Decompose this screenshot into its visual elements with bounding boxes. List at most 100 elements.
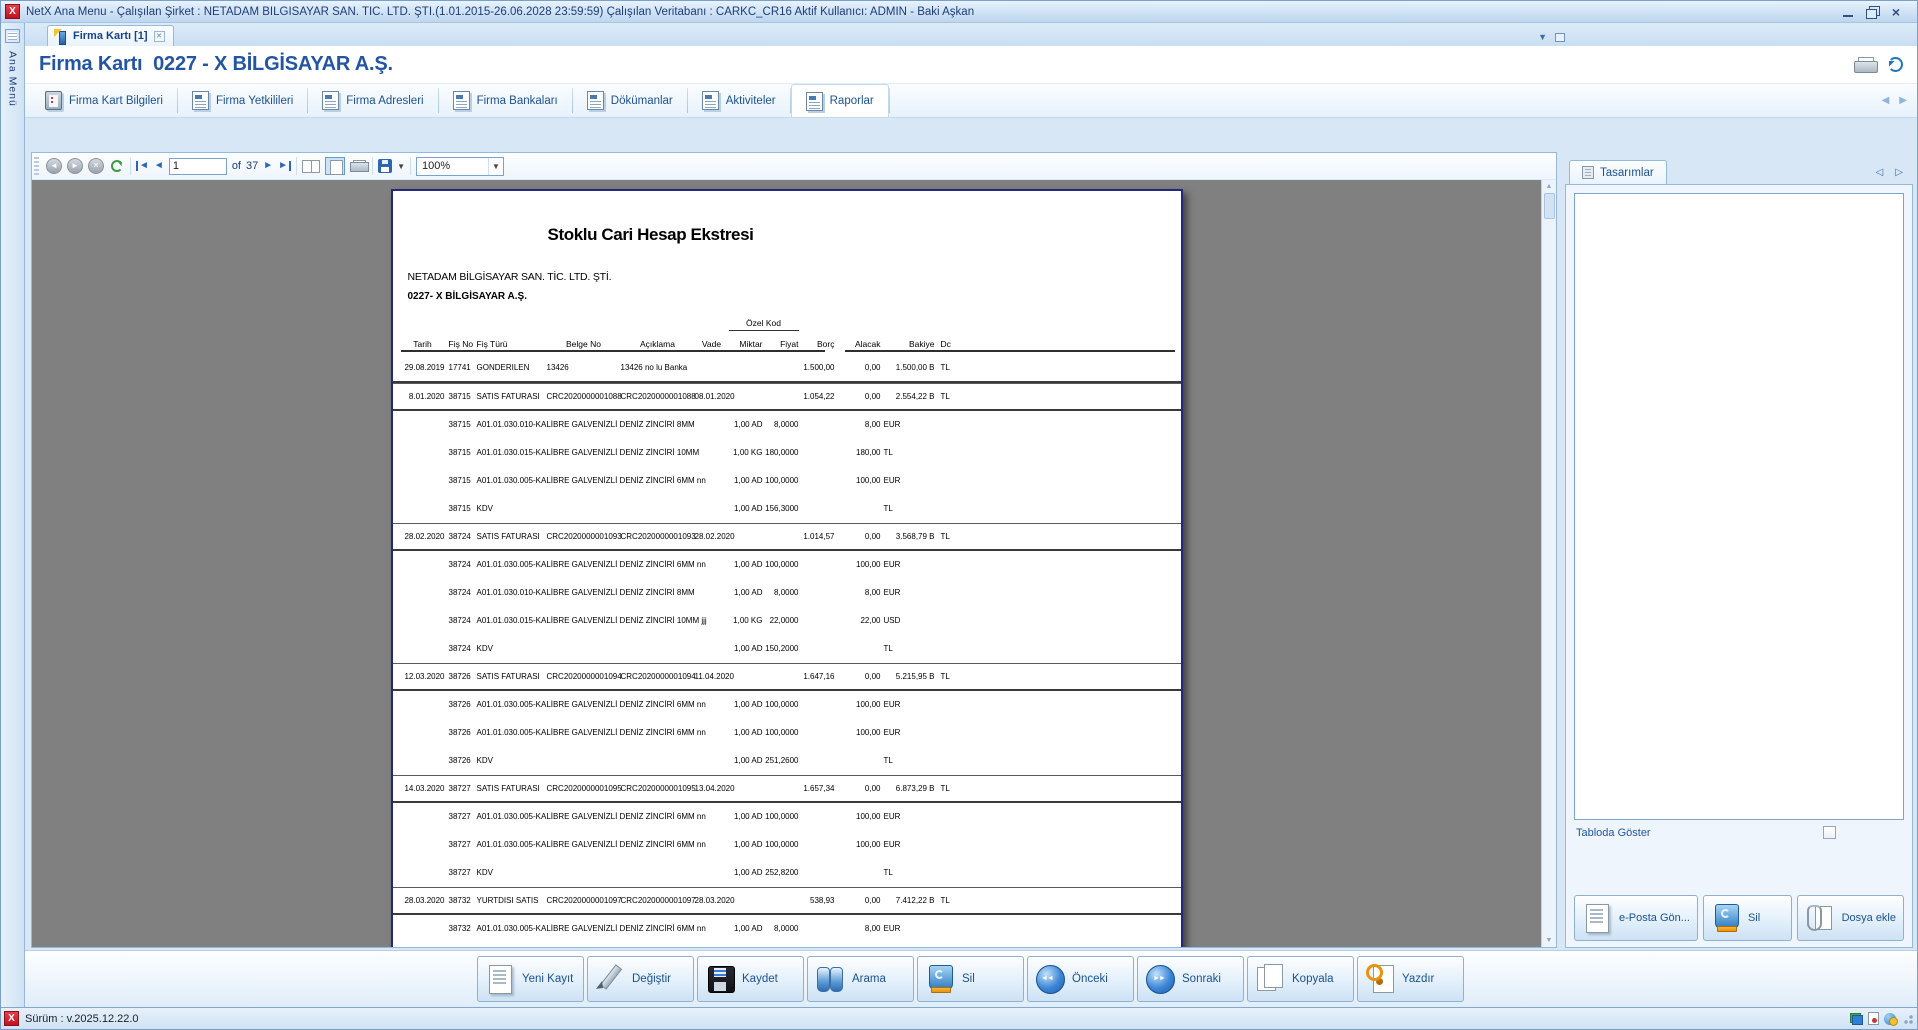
tab-tasarimlar[interactable]: Tasarımlar [1569, 160, 1667, 184]
printer-icon[interactable] [1854, 57, 1876, 73]
refresh-report-icon[interactable] [111, 160, 123, 172]
icon-copy [1255, 963, 1285, 995]
tab-label: Tasarımlar [1600, 167, 1654, 179]
stop-icon[interactable]: ✕ [88, 158, 104, 174]
tab-separator [889, 88, 890, 113]
kaydet-button[interactable]: Kaydet [697, 956, 804, 1002]
print-report-icon[interactable] [350, 160, 367, 172]
zoom-combobox[interactable]: 100% ▼ [416, 157, 504, 176]
export-save-icon[interactable] [378, 159, 392, 173]
first-page-icon[interactable]: ◄ [136, 161, 149, 171]
button-label: Değiştir [632, 973, 671, 985]
restore-button[interactable] [1865, 6, 1879, 18]
report-title: Stoklu Cari Hesap Ekstresi [393, 225, 909, 245]
report-row-detail: 38724KDV1,00 AD150,2000TL [393, 635, 1181, 663]
sil-button[interactable]: Sil [1703, 895, 1792, 941]
report-row-detail: 38724A01.01.030.005-KALİBRE GALVENİZLİ D… [393, 551, 1181, 579]
sil-button[interactable]: Sil [917, 956, 1024, 1002]
report-row-detail: 38726A01.01.030.005-KALİBRE GALVENİZLİ D… [393, 691, 1181, 719]
zoom-dropdown-icon[interactable]: ▼ [488, 158, 503, 175]
page-title: Firma Kartı 0227 - X BİLGİSAYAR A.Ş. [39, 53, 393, 76]
kopyala-button[interactable]: Kopyala [1247, 956, 1354, 1002]
de-i-tir-button[interactable]: Değiştir [587, 956, 694, 1002]
doc-tab-firma-karti[interactable]: Firma Kartı [1] ✕ [47, 25, 174, 46]
last-page-icon[interactable]: ► [278, 161, 291, 171]
page-count: 37 [246, 160, 258, 172]
tab-firma-yetkilileri[interactable]: Firma Yetkilileri [178, 84, 307, 117]
button-label: Yeni Kayıt [522, 973, 573, 985]
tab-firma-kart-bilgileri[interactable]: Firma Kart Bilgileri [31, 84, 177, 117]
tab-firma-bankalar[interactable]: Firma Bankaları [439, 84, 572, 117]
document-status-icon[interactable] [1868, 1012, 1879, 1025]
tab-scroll-right-icon[interactable]: ▶ [1899, 95, 1907, 106]
sidebar-collapsed-ana-menu[interactable]: Ana Menü [1, 23, 25, 1007]
of-label: of [232, 160, 241, 172]
tab-label: Firma Bankaları [477, 95, 558, 107]
tab-d-k-manlar[interactable]: Dökümanlar [573, 84, 687, 117]
icon-new-record [485, 963, 515, 995]
panel-next-icon[interactable]: ▷ [1895, 167, 1903, 178]
designs-tabrow: Tasarımlar ◁ ▷ [1565, 152, 1913, 185]
next-page-icon[interactable]: ► [263, 161, 273, 171]
toolbar-grip [34, 157, 39, 175]
toolbar-separator [296, 157, 297, 175]
button-label: e-Posta Gön... [1619, 912, 1690, 924]
window-list-icon[interactable] [1555, 33, 1565, 42]
tab-firma-adresleri[interactable]: Firma Adresleri [308, 84, 437, 117]
refresh-icon[interactable] [1888, 57, 1903, 72]
toolbar-separator [410, 157, 411, 175]
forward-icon[interactable]: ► [67, 158, 83, 174]
print-layout-icon[interactable] [325, 157, 345, 175]
icon-delete-trash [925, 963, 955, 995]
scroll-up-icon[interactable]: ▲ [1546, 180, 1553, 193]
report-scrollbar[interactable]: ▲ ▼ [1541, 180, 1556, 947]
tab-scroll-left-icon[interactable]: ◀ [1882, 95, 1890, 106]
export-dropdown-icon[interactable]: ▼ [397, 162, 405, 171]
doc-icon [806, 92, 823, 111]
report-viewer-panel: ◄ ► ✕ ◄ ◄ of 37 ► ► [31, 152, 1557, 948]
report-row-master: 29.08.201917741GONDERILEN1342613426 no l… [393, 355, 1181, 383]
version-label: Sürüm : v.2025.12.22.0 [25, 1013, 139, 1025]
dosya-ekle-button[interactable]: Dosya ekle [1797, 895, 1904, 941]
nceki-button[interactable]: Önceki [1027, 956, 1134, 1002]
sonraki-button[interactable]: Sonraki [1137, 956, 1244, 1002]
minimize-button[interactable] [1841, 6, 1855, 18]
column-header-alacak: Alacak [835, 339, 881, 349]
report-toolbar: ◄ ► ✕ ◄ ◄ of 37 ► ► [32, 153, 1556, 180]
multipage-view-icon[interactable] [302, 160, 320, 173]
report-account: 0227- X BİLGİSAYAR A.Ş. [408, 291, 1181, 302]
designs-listbox[interactable] [1574, 193, 1904, 820]
chevron-down-icon[interactable]: ▼ [1538, 32, 1547, 42]
show-in-table-checkbox[interactable] [1823, 826, 1836, 839]
doc-tab-close-icon[interactable]: ✕ [154, 31, 165, 42]
windows-layers-icon[interactable] [1850, 1013, 1863, 1025]
previous-page-icon[interactable]: ◄ [154, 161, 164, 171]
yeni-kay-t-button[interactable]: Yeni Kayıt [477, 956, 584, 1002]
report-row-detail: 38715A01.01.030.010-KALİBRE GALVENİZLİ D… [393, 411, 1181, 439]
resize-grip[interactable] [1901, 1012, 1914, 1025]
e-posta-g-n-button[interactable]: e-Posta Gön... [1574, 895, 1698, 941]
doc-icon [453, 91, 470, 110]
panel-prev-icon[interactable]: ◁ [1876, 167, 1884, 178]
titlebar: X NetX Ana Menu - Çalışılan Şirket : NET… [1, 1, 1917, 23]
report-row-detail: 38727KDV1,00 AD252,8200TL [393, 859, 1181, 887]
tab-aktiviteler[interactable]: Aktiviteler [688, 84, 790, 117]
report-row-detail: 38727A01.01.030.005-KALİBRE GALVENİZLİ D… [393, 831, 1181, 859]
scrollbar-thumb[interactable] [1544, 193, 1555, 219]
app-logo-icon: X [4, 1011, 19, 1026]
tab-raporlar[interactable]: Raporlar [791, 84, 889, 117]
scroll-down-icon[interactable]: ▼ [1546, 934, 1553, 947]
settings-gear-icon[interactable] [1884, 1013, 1896, 1025]
column-header-bakiye: Bakiye [881, 339, 935, 349]
column-header-belge: Belge No [547, 339, 621, 349]
yazd-r-button[interactable]: Yazdır [1357, 956, 1464, 1002]
tab-label: Firma Yetkilileri [216, 95, 293, 107]
close-button[interactable]: × [1889, 6, 1903, 18]
page-number-input[interactable] [169, 158, 227, 175]
arama-button[interactable]: Arama [807, 956, 914, 1002]
sidebar-label: Ana Menü [7, 51, 19, 107]
icon-print-doc [1365, 963, 1395, 995]
icon-save-floppy [705, 963, 735, 995]
back-icon[interactable]: ◄ [46, 158, 62, 174]
icon-next [1145, 963, 1175, 995]
